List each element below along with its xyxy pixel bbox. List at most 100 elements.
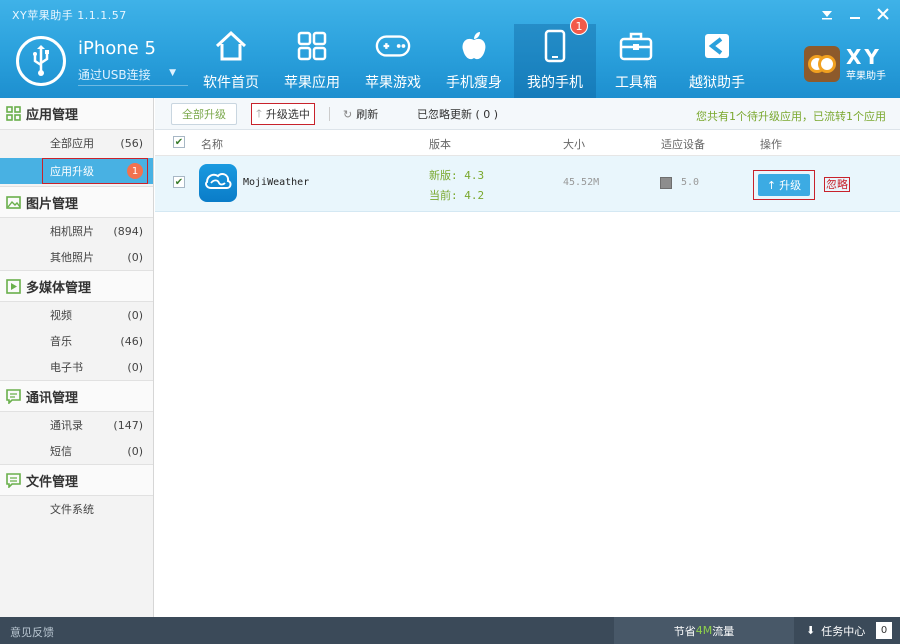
refresh-label: 刷新 bbox=[356, 108, 379, 121]
usb-icon bbox=[16, 36, 66, 86]
sidebar-item-label: 文件系统 bbox=[50, 503, 94, 516]
app-size: 45.52M bbox=[563, 177, 600, 188]
dropdown-menu-icon[interactable] bbox=[818, 6, 836, 22]
tab-home[interactable]: 软件首页 bbox=[190, 24, 272, 98]
section-photo-management[interactable]: 图片管理 bbox=[0, 186, 153, 218]
sidebar-item-file-system[interactable]: 文件系统 bbox=[0, 496, 153, 522]
sidebar-item-sms[interactable]: 短信 (0) bbox=[0, 438, 153, 464]
sidebar-item-label: 电子书 bbox=[50, 361, 83, 374]
tab-cleanup[interactable]: 手机瘦身 bbox=[433, 24, 515, 98]
traffic-prefix: 节省 bbox=[673, 624, 696, 638]
task-center-button[interactable]: ⬇ 任务中心 0 bbox=[800, 617, 900, 644]
section-title: 文件管理 bbox=[26, 474, 79, 490]
window-title: XY苹果助手 1.1.1.57 bbox=[12, 9, 127, 22]
phone-icon bbox=[537, 28, 573, 64]
select-all-checkbox[interactable]: ✔ bbox=[173, 136, 185, 148]
sidebar-item-label: 视频 bbox=[50, 309, 72, 322]
connection-label: 通过USB连接 bbox=[78, 68, 151, 82]
feedback-link[interactable]: 意见反馈 bbox=[10, 624, 54, 640]
section-title: 图片管理 bbox=[26, 196, 79, 212]
sidebar-item-ebook[interactable]: 电子书 (0) bbox=[0, 354, 153, 380]
main-panel: 全部升级 🡑 升级选中 ↻ 刷新 已忽略更新 ( 0 ) 您共有1个待升级应用，… bbox=[155, 98, 900, 617]
section-title: 多媒体管理 bbox=[26, 280, 92, 296]
tab-games[interactable]: 苹果游戏 bbox=[352, 24, 434, 98]
sidebar-item-label: 相机照片 bbox=[50, 225, 94, 238]
section-contacts-management[interactable]: 通讯管理 bbox=[0, 380, 153, 412]
brand-subtitle: 苹果助手 bbox=[846, 70, 886, 82]
upgrade-selected-label: 升级选中 bbox=[265, 108, 310, 121]
section-media-management[interactable]: 多媒体管理 bbox=[0, 270, 153, 302]
item-count: (0) bbox=[127, 444, 143, 458]
app-header: XY苹果助手 1.1.1.57 iPhone 5 通过USB连接 ▼ 软件首页 … bbox=[0, 0, 900, 98]
current-version: 当前: 4.2 bbox=[429, 189, 485, 202]
col-size: 大小 bbox=[563, 138, 585, 151]
table-header: ✔ 名称 版本 大小 适应设备 操作 bbox=[155, 130, 900, 156]
sidebar-item-label: 全部应用 bbox=[50, 137, 94, 150]
ignore-link[interactable]: 忽略 bbox=[824, 177, 850, 192]
tab-label: 软件首页 bbox=[203, 75, 259, 91]
apps-grid-icon bbox=[294, 28, 330, 64]
arrow-up-icon: ↑ bbox=[766, 178, 777, 192]
item-count: (147) bbox=[113, 418, 143, 432]
tab-my-phone[interactable]: 我的手机 1 bbox=[514, 17, 596, 98]
toolbar-divider bbox=[329, 107, 330, 121]
minimize-icon[interactable] bbox=[846, 6, 864, 22]
arrow-up-icon: 🡑 bbox=[256, 106, 262, 120]
jailbreak-icon bbox=[699, 28, 735, 64]
media-icon bbox=[6, 279, 21, 294]
sidebar-item-camera-photos[interactable]: 相机照片 (894) bbox=[0, 218, 153, 244]
section-file-management[interactable]: 文件管理 bbox=[0, 464, 153, 496]
picture-icon bbox=[6, 195, 21, 210]
task-count: 0 bbox=[876, 622, 892, 639]
chevron-down-icon: ▼ bbox=[169, 68, 176, 78]
item-count: (0) bbox=[127, 250, 143, 264]
col-version: 版本 bbox=[429, 138, 451, 151]
traffic-value: 4M bbox=[695, 624, 713, 637]
sidebar-item-all-apps[interactable]: 全部应用 (56) bbox=[0, 130, 153, 156]
task-center-label: 任务中心 bbox=[821, 624, 866, 638]
traffic-suffix: 流量 bbox=[712, 624, 735, 638]
sidebar-item-music[interactable]: 音乐 (46) bbox=[0, 328, 153, 354]
device-version: 5.0 bbox=[681, 177, 700, 188]
item-count: (46) bbox=[120, 334, 143, 348]
table-row[interactable]: ✔ MojiWeather 新版: 4.3 当前: 4.2 45.52M 5.0… bbox=[155, 156, 900, 212]
sidebar-item-label: 其他照片 bbox=[50, 251, 94, 264]
notification-badge: 1 bbox=[570, 17, 588, 35]
sidebar-item-video[interactable]: 视频 (0) bbox=[0, 302, 153, 328]
sidebar-item-label: 短信 bbox=[50, 445, 72, 458]
tab-label: 我的手机 bbox=[527, 75, 583, 91]
tab-label: 手机瘦身 bbox=[446, 75, 502, 91]
tab-apps[interactable]: 苹果应用 bbox=[271, 24, 353, 98]
upgrade-all-button[interactable]: 全部升级 bbox=[171, 103, 237, 125]
tab-label: 苹果游戏 bbox=[365, 75, 421, 91]
sidebar-item-app-upgrade[interactable]: 应用升级 1 bbox=[0, 158, 153, 184]
chat-icon bbox=[6, 389, 21, 405]
sidebar-item-contacts[interactable]: 通讯录 (147) bbox=[0, 412, 153, 438]
home-icon bbox=[213, 28, 249, 64]
col-action: 操作 bbox=[760, 138, 782, 151]
apple-icon bbox=[456, 28, 492, 64]
section-app-management[interactable]: 应用管理 bbox=[0, 98, 153, 130]
sidebar: 应用管理 全部应用 (56) 应用升级 1 图片管理 相机照片 (894) 其他… bbox=[0, 98, 154, 617]
item-count: (56) bbox=[120, 136, 143, 150]
refresh-icon: ↻ bbox=[343, 107, 353, 121]
toolbar: 全部升级 🡑 升级选中 ↻ 刷新 已忽略更新 ( 0 ) 您共有1个待升级应用，… bbox=[155, 98, 900, 130]
file-icon bbox=[6, 473, 21, 489]
ignored-updates-link[interactable]: 已忽略更新 ( 0 ) bbox=[417, 103, 498, 125]
upgrade-highlight-box: ↑ 升级 bbox=[753, 170, 815, 200]
sidebar-item-other-photos[interactable]: 其他照片 (0) bbox=[0, 244, 153, 270]
device-name: iPhone 5 bbox=[78, 38, 156, 59]
app-name: MojiWeather bbox=[243, 177, 310, 188]
upgrade-label: 升级 bbox=[779, 179, 802, 192]
device-icon bbox=[660, 177, 672, 189]
upgrade-selected-button[interactable]: 🡑 升级选中 bbox=[251, 103, 315, 125]
row-checkbox[interactable]: ✔ bbox=[173, 176, 185, 188]
tab-jailbreak[interactable]: 越狱助手 bbox=[676, 24, 758, 98]
upgrade-button[interactable]: ↑ 升级 bbox=[758, 174, 810, 196]
tab-toolbox[interactable]: 工具箱 bbox=[595, 24, 677, 98]
close-icon[interactable] bbox=[874, 6, 892, 22]
sidebar-item-label: 通讯录 bbox=[50, 419, 83, 432]
refresh-button[interactable]: ↻ 刷新 bbox=[343, 103, 378, 125]
section-title: 应用管理 bbox=[26, 108, 79, 123]
connection-selector[interactable]: 通过USB连接 ▼ bbox=[78, 66, 188, 86]
